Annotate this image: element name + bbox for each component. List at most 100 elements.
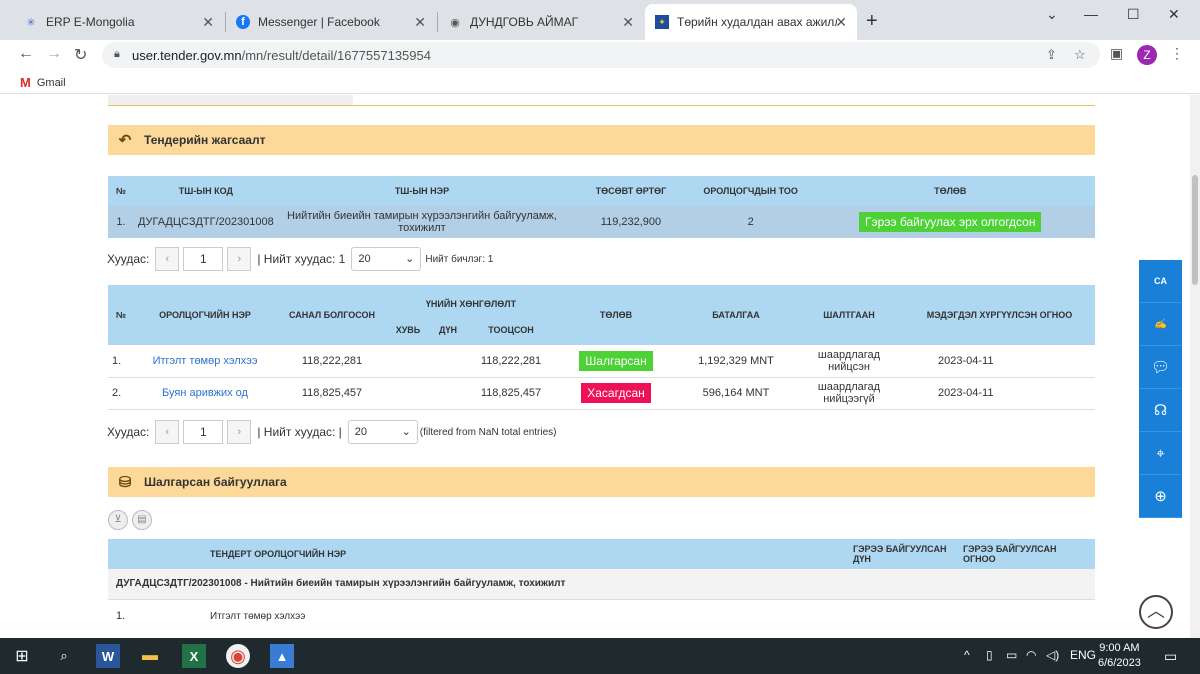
per-page-select[interactable]: 20 ⌄ — [351, 247, 422, 271]
tray-phone-icon[interactable]: ▯ — [986, 648, 993, 662]
emblem-icon: ✦ — [655, 15, 669, 29]
discount-amount — [428, 377, 468, 410]
tab-messenger[interactable]: f Messenger | Facebook ✕ — [226, 4, 436, 40]
page-number-input[interactable]: 1 — [183, 247, 224, 271]
profile-avatar[interactable]: Z — [1137, 45, 1157, 65]
reload-icon[interactable]: ↻ — [74, 45, 87, 65]
globe-icon[interactable]: ⊕ — [1139, 475, 1182, 518]
column-header: ТШ-ЫН НЭР — [277, 176, 567, 206]
word-icon[interactable]: W — [96, 644, 120, 668]
language-indicator[interactable]: ENG — [1070, 648, 1096, 662]
coins-icon: ⛁ — [118, 474, 132, 491]
chevron-down-icon[interactable]: ⌄ — [1046, 6, 1058, 23]
close-icon[interactable]: ✕ — [414, 14, 426, 31]
wifi-icon[interactable]: ◠ — [1026, 648, 1036, 662]
calculated-value: 118,825,457 — [468, 377, 554, 410]
section-header-tenders: ↶ Тендерийн жагсаалт — [108, 125, 1095, 155]
minimize-icon[interactable]: — — [1084, 6, 1098, 22]
system-clock[interactable]: 9:00 AM 6/6/2023 — [1098, 641, 1141, 671]
participant-link[interactable]: Буян аривжих од — [162, 387, 248, 399]
table-row[interactable]: 2. Буян аривжих од 118,825,457 118,825,4… — [108, 377, 1095, 410]
next-page-button[interactable]: › — [227, 247, 252, 271]
mongol-ca-icon[interactable]: CA — [1139, 260, 1182, 303]
close-icon[interactable]: ✕ — [202, 14, 214, 31]
page-label: Хуудас: — [107, 425, 150, 439]
table-header-row: № ОРОЛЦОГЧИЙН НЭР САНАЛ БОЛГОСОН ҮНИЙН Х… — [108, 285, 1095, 345]
windows-start-icon[interactable]: ⊞ — [10, 644, 34, 668]
volume-icon[interactable]: ◁) — [1046, 648, 1059, 662]
tab-dundgovi[interactable]: ◉ ДУНДГОВЬ АЙМАГ ✕ — [438, 4, 644, 40]
kebab-menu-icon[interactable]: ⋮ — [1170, 45, 1184, 62]
page-number-input[interactable]: 1 — [183, 420, 224, 444]
star-icon[interactable]: ☆ — [1074, 47, 1086, 63]
discount-percent — [388, 345, 428, 378]
discount-percent — [388, 377, 428, 410]
chat-icon[interactable]: 💬︎ — [1139, 346, 1182, 389]
gmail-icon: M — [20, 75, 31, 90]
tab-erp[interactable]: ✳ ERP E-Mongolia ✕ — [14, 4, 224, 40]
section-title: Тендерийн жагсаалт — [144, 133, 266, 147]
column-header: МЭДЭГДЭЛ ХҮРГҮҮЛСЭН ОГНОО — [904, 285, 1095, 345]
contract-date — [959, 599, 1095, 633]
page-scrollbar[interactable] — [1190, 95, 1200, 638]
photos-icon[interactable]: ▲ — [270, 644, 294, 668]
forward-arrow-icon[interactable]: → — [46, 45, 62, 63]
tender-code: ДУГАДЦСЗДТГ/202301008 — [133, 206, 278, 238]
guarantee-value: 1,192,329 MNT — [678, 345, 794, 378]
column-header: ГЭРЭЭ БАЙГУУЛСАН ОГНОО — [959, 539, 1095, 569]
search-icon[interactable]: ⌕ — [52, 644, 76, 668]
file-explorer-icon[interactable]: ▬ — [138, 644, 162, 668]
discount-amount — [428, 345, 468, 378]
notification-icon[interactable]: ▭ — [1164, 648, 1177, 665]
bookmarks-bar — [0, 70, 1200, 94]
maximize-icon[interactable]: ☐ — [1127, 6, 1140, 23]
bookmark-gmail[interactable]: M Gmail — [20, 75, 66, 90]
table-header-row: ТЕНДЕРТ ОРОЛЦОГЧИЙН НЭР ГЭРЭЭ БАЙГУУЛСАН… — [108, 539, 1095, 569]
side-panel-icon[interactable]: ▣ — [1110, 45, 1123, 62]
close-window-icon[interactable]: ✕ — [1168, 6, 1180, 23]
tray-chevron-icon[interactable]: ^ — [964, 648, 970, 662]
total-pages: | Нийт хуудас: | — [257, 425, 342, 439]
column-spacer — [108, 539, 206, 569]
column-header: ДҮН — [428, 315, 468, 345]
excel-export-icon[interactable]: ⊻ — [108, 510, 128, 530]
column-group-header: ҮНИЙН ХӨНГӨЛӨЛТ — [388, 285, 554, 315]
column-header: ШАЛТГААН — [794, 285, 904, 345]
signature-icon[interactable]: ✍ — [1139, 303, 1182, 346]
participant-link[interactable]: Итгэлт төмөр хэлхээ — [153, 355, 258, 367]
section-title: Шалгарсан байгууллага — [144, 475, 287, 489]
browser-tab-strip: ✳ ERP E-Mongolia ✕ f Messenger | Faceboo… — [0, 0, 1200, 40]
location-pin-icon[interactable]: ⌖ — [1139, 432, 1182, 475]
close-icon[interactable]: ✕ — [622, 14, 634, 31]
reason-text: шаардлагад нийцээгүй — [794, 377, 904, 410]
bookmark-label: Gmail — [36, 76, 66, 89]
prev-page-button[interactable]: ‹ — [155, 247, 180, 271]
close-icon[interactable]: ✕ — [835, 14, 847, 31]
scroll-top-chevron-icon[interactable]: ︿ — [1139, 595, 1173, 629]
support-headset-icon[interactable]: ☊ — [1139, 389, 1182, 432]
globe-icon: ◉ — [450, 16, 460, 29]
next-page-button[interactable]: › — [227, 420, 252, 444]
divider — [108, 105, 1095, 106]
table-row[interactable]: 1. ДУГАДЦСЗДТГ/202301008 Нийтийн биеийн … — [108, 206, 1095, 238]
pdf-export-icon[interactable]: ▤ — [132, 510, 152, 530]
excel-icon[interactable]: X — [182, 644, 206, 668]
pagination-2: Хуудас: ‹ 1 › | Нийт хуудас: | 20 ⌄ (filt… — [107, 420, 557, 444]
prev-page-button[interactable]: ‹ — [155, 420, 180, 444]
url-field[interactable]: 🔒︎ user.tender.gov.mn/mn/result/detail/1… — [102, 42, 1100, 68]
table-row[interactable]: 1. Итгэлт төмөр хэлхээ 118,222,281 118,2… — [108, 345, 1095, 378]
table-row[interactable]: 1. Итгэлт төмөр хэлхээ — [108, 599, 1095, 633]
chevron-down-icon: ⌄ — [405, 253, 415, 265]
chrome-icon[interactable]: ◉ — [226, 644, 250, 668]
per-page-select[interactable]: 20 ⌄ — [347, 420, 418, 444]
back-arrow-icon[interactable]: ← — [18, 45, 34, 63]
tab-tender[interactable]: ✦ Төрийн худалдан авах ажиллага ✕ — [645, 4, 857, 40]
new-tab-plus-icon[interactable]: + — [866, 10, 878, 33]
scrollbar-thumb[interactable] — [1192, 175, 1198, 285]
share-icon[interactable]: ⇪ — [1046, 47, 1057, 63]
windows-taskbar: ⊞ ⌕ W ▬ X ◉ ▲ ^ ▯ ▭ ◠ ◁) ENG ▭ — [0, 638, 1200, 674]
side-toolbar: CA ✍ 💬︎ ☊ ⌖ ⊕ — [1139, 260, 1182, 518]
winner-name: Итгэлт төмөр хэлхээ — [210, 610, 306, 622]
column-header: ГЭРЭЭ БАЙГУУЛСАН ДҮН — [849, 539, 959, 569]
chevron-down-icon: ⌄ — [401, 426, 411, 438]
